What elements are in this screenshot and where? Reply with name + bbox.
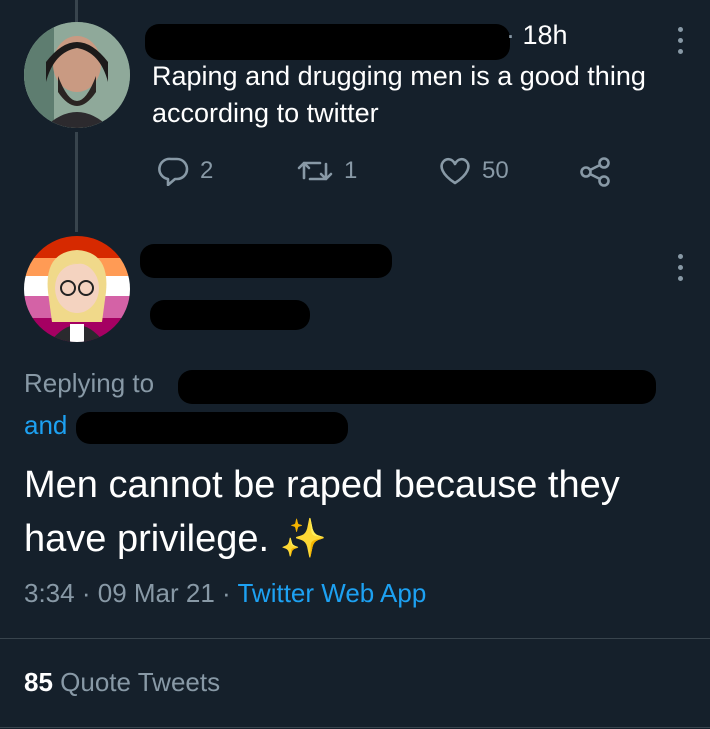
more-icon[interactable] (676, 254, 684, 281)
avatar-user-2[interactable] (24, 236, 130, 342)
meta-separator-dot: · (222, 578, 238, 608)
redacted-handle-2 (150, 300, 310, 330)
tweet1-text: Raping and drugging men is a good thing … (152, 61, 646, 128)
tweet1-time: 18h (522, 20, 568, 50)
quote-tweets-link[interactable]: 85 Quote Tweets (24, 667, 220, 698)
reply-icon (158, 157, 189, 186)
share-icon (580, 157, 610, 187)
reply-count: 2 (200, 157, 214, 184)
replying-to-and: and (24, 410, 68, 440)
tweet2-meta: 3:34 · 09 Mar 21 · Twitter Web App (24, 578, 426, 609)
like-count: 50 (482, 157, 509, 184)
redacted-display-name-2 (140, 244, 392, 278)
avatar-user-1[interactable] (24, 22, 130, 128)
divider-top (0, 638, 710, 639)
retweet-button[interactable]: 1 (296, 156, 357, 186)
reply-button[interactable]: 2 (158, 156, 213, 186)
replying-to-line: Replying to (24, 368, 154, 399)
thread-line-connector (75, 132, 78, 232)
retweet-icon (297, 161, 333, 181)
thread-line-top (75, 0, 78, 22)
tweet2-date[interactable]: 09 Mar 21 (98, 578, 215, 608)
like-icon (440, 157, 470, 185)
redacted-mention-2[interactable] (76, 412, 348, 444)
redacted-mention-1[interactable] (178, 370, 656, 404)
meta-separator-dot: · (506, 20, 515, 50)
meta-separator-dot: · (81, 578, 98, 608)
tweet2-time[interactable]: 3:34 (24, 578, 75, 608)
retweet-count: 1 (344, 157, 358, 184)
quote-count: 85 (24, 667, 53, 697)
tweet2-client[interactable]: Twitter Web App (237, 578, 426, 608)
divider-bottom (0, 727, 710, 728)
quote-label: Quote Tweets (60, 667, 221, 697)
like-button[interactable]: 50 (438, 156, 509, 186)
tweet1-timestamp[interactable]: · 18h (506, 20, 568, 51)
replying-to-prefix: Replying to (24, 368, 155, 398)
share-button[interactable] (578, 156, 612, 188)
redacted-username-1 (145, 24, 510, 60)
tweet2-text: Men cannot be raped because they have pr… (24, 464, 620, 560)
more-icon[interactable] (676, 27, 684, 54)
